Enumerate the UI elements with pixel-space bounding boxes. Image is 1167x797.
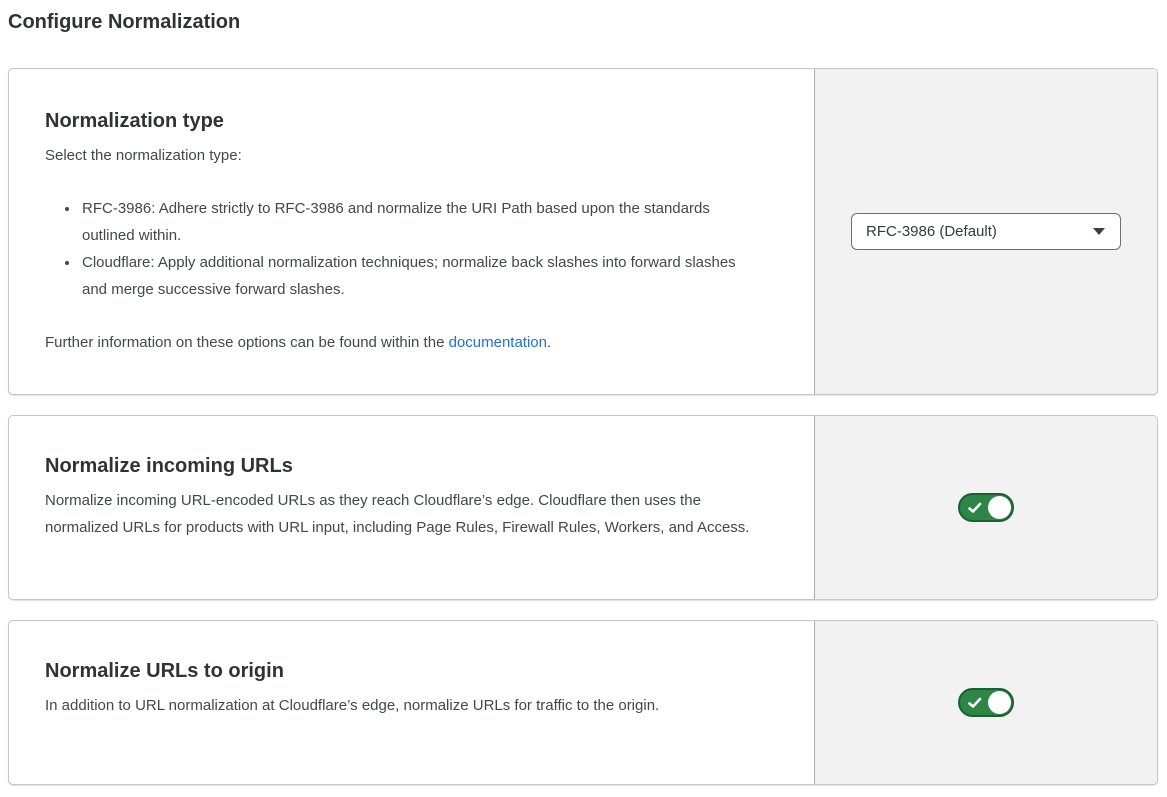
card-normalization-type: Normalization type Select the normalizat… [8, 68, 1158, 395]
normalize-incoming-urls-toggle[interactable] [958, 493, 1014, 522]
select-value: RFC-3986 (Default) [866, 223, 997, 240]
checkmark-icon [968, 502, 982, 514]
normalize-urls-to-origin-description: In addition to URL normalization at Clou… [45, 692, 774, 719]
card-normalize-urls-to-origin-panel [814, 621, 1157, 784]
toggle-knob [988, 496, 1011, 519]
card-normalize-urls-to-origin-content: Normalize URLs to origin In addition to … [9, 621, 814, 784]
footer-suffix: . [547, 334, 551, 351]
card-normalize-incoming-urls: Normalize incoming URLs Normalize incomi… [8, 415, 1158, 600]
normalize-urls-to-origin-toggle[interactable] [958, 688, 1014, 717]
normalization-type-select[interactable]: RFC-3986 (Default) [851, 213, 1121, 250]
page-title: Configure Normalization [8, 9, 1158, 35]
card-normalization-type-panel: RFC-3986 (Default) [814, 69, 1157, 394]
normalization-type-options-list: RFC-3986: Adhere strictly to RFC-3986 an… [45, 195, 757, 303]
documentation-link[interactable]: documentation [449, 334, 547, 351]
card-heading: Normalization type [45, 107, 774, 135]
checkmark-icon [968, 697, 982, 709]
toggle-knob [988, 691, 1011, 714]
card-heading: Normalize incoming URLs [45, 452, 774, 480]
card-normalize-urls-to-origin: Normalize URLs to origin In addition to … [8, 620, 1158, 785]
configure-normalization-page: Configure Normalization Normalization ty… [0, 0, 1167, 797]
list-item-cloudflare: Cloudflare: Apply additional normalizati… [80, 249, 757, 303]
further-information-text: Further information on these options can… [45, 329, 774, 356]
card-heading: Normalize URLs to origin [45, 657, 774, 685]
normalize-incoming-urls-description: Normalize incoming URL-encoded URLs as t… [45, 487, 774, 541]
chevron-down-icon [1093, 228, 1105, 235]
card-normalize-incoming-urls-content: Normalize incoming URLs Normalize incomi… [9, 416, 814, 599]
card-normalization-type-content: Normalization type Select the normalizat… [9, 69, 814, 394]
list-item-rfc-3986: RFC-3986: Adhere strictly to RFC-3986 an… [80, 195, 757, 249]
footer-prefix: Further information on these options can… [45, 334, 449, 351]
normalization-type-intro: Select the normalization type: [45, 142, 774, 169]
card-normalize-incoming-urls-panel [814, 416, 1157, 599]
